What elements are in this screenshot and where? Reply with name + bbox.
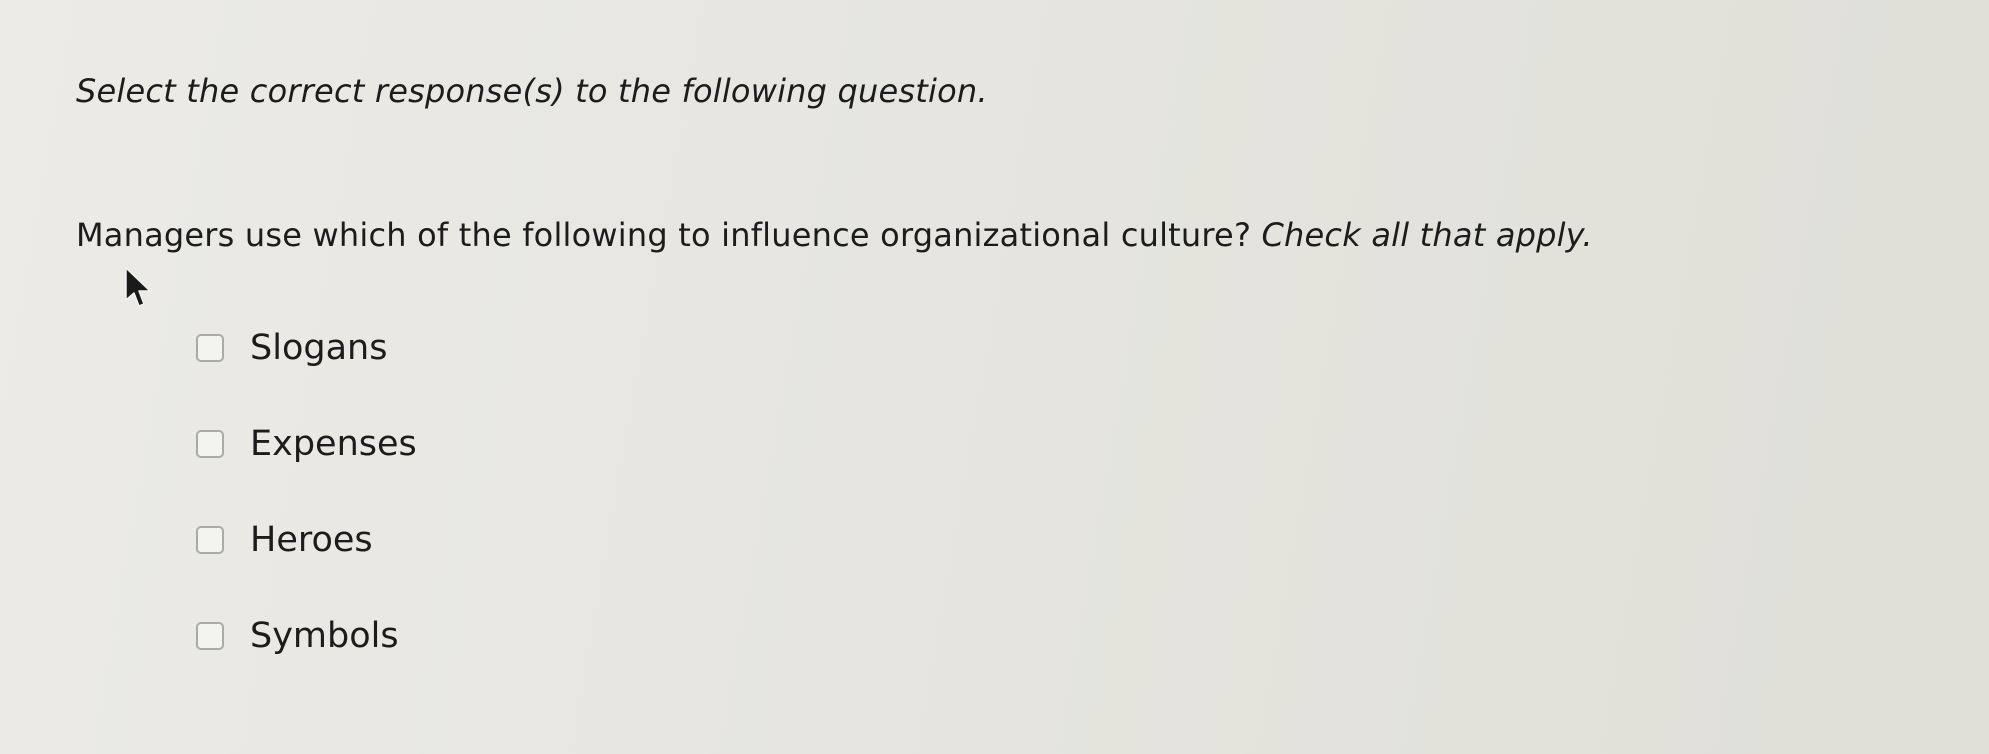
instruction-text: Select the correct response(s) to the fo… bbox=[76, 72, 988, 110]
option-slogans[interactable]: Slogans bbox=[196, 324, 417, 372]
checkbox-slogans[interactable] bbox=[196, 334, 224, 362]
answer-options: Slogans Expenses Heroes Symbols bbox=[196, 324, 417, 708]
checkbox-expenses[interactable] bbox=[196, 430, 224, 458]
mouse-pointer-icon bbox=[125, 267, 151, 307]
option-label: Symbols bbox=[250, 616, 399, 656]
checkbox-symbols[interactable] bbox=[196, 622, 224, 650]
option-heroes[interactable]: Heroes bbox=[196, 516, 417, 564]
question-prompt: Managers use which of the following to i… bbox=[76, 216, 1252, 254]
option-symbols[interactable]: Symbols bbox=[196, 612, 417, 660]
option-expenses[interactable]: Expenses bbox=[196, 420, 417, 468]
question-emphasis: Check all that apply. bbox=[1261, 216, 1593, 254]
option-label: Slogans bbox=[250, 328, 388, 368]
checkbox-heroes[interactable] bbox=[196, 526, 224, 554]
question-text: Managers use which of the following to i… bbox=[76, 216, 1593, 254]
option-label: Heroes bbox=[250, 520, 373, 560]
option-label: Expenses bbox=[250, 424, 417, 464]
quiz-page: Select the correct response(s) to the fo… bbox=[0, 0, 1989, 754]
